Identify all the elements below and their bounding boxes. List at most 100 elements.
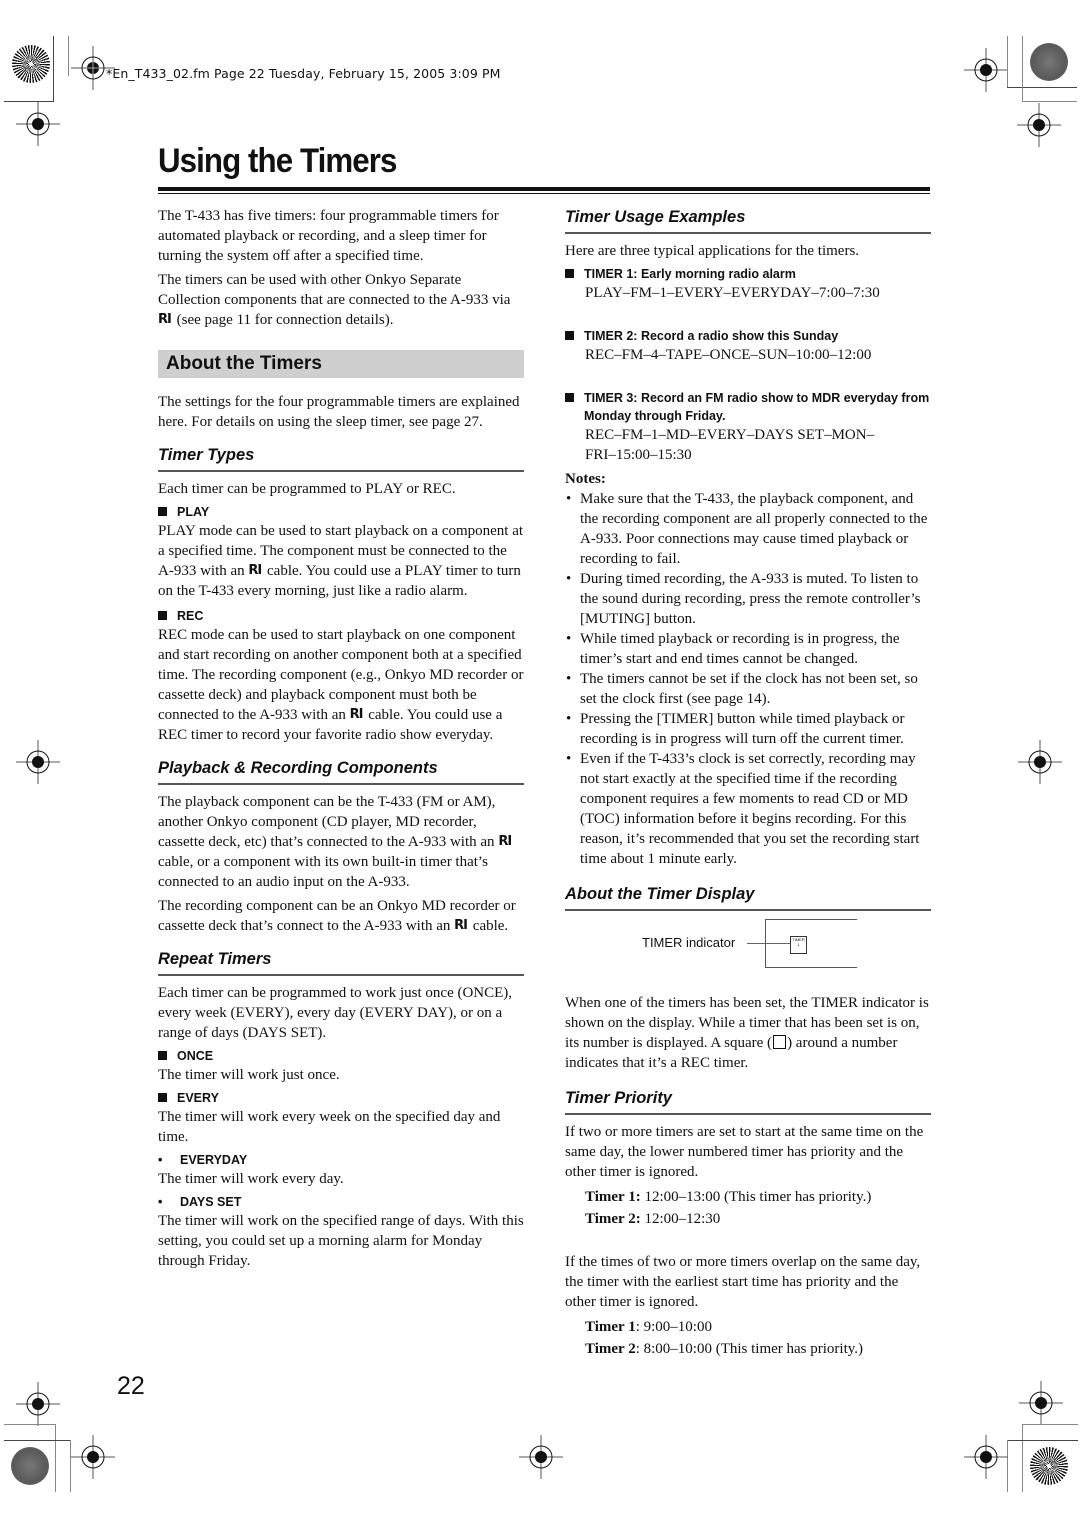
note-item: While timed playback or recording is in …	[565, 629, 931, 669]
title-rule	[158, 193, 930, 194]
square-bullet-icon	[565, 393, 574, 402]
crop-mark	[68, 36, 69, 76]
priority-example: Timer 1: 9:00–10:00	[585, 1319, 712, 1335]
components-paragraph: The recording component can be an Onkyo …	[158, 898, 516, 934]
rec-label: REC	[158, 607, 524, 625]
example-title: TIMER 1: Early morning radio alarm	[584, 267, 796, 281]
section-heading-about-timers: About the Timers	[158, 350, 524, 378]
square-bullet-icon	[565, 269, 574, 278]
ri-logo-icon: RI	[158, 312, 172, 327]
crop-mark	[4, 1440, 71, 1441]
every-label: EVERY	[158, 1089, 524, 1107]
square-bullet-icon	[565, 331, 574, 340]
page-title: Using the Timers	[158, 142, 397, 180]
timer-display-figure: TIMER indicator TIMER 1	[565, 919, 931, 999]
note-item: Pressing the [TIMER] button while timed …	[565, 709, 931, 749]
gray-rosette-icon	[11, 1447, 49, 1485]
daysset-description: The timer will work on the specified ran…	[158, 1213, 524, 1269]
timer-indicator-icon: TIMER 1	[790, 936, 807, 954]
usage-example: TIMER 2: Record a radio show this Sunday…	[565, 327, 931, 365]
subheading-components: Playback & Recording Components	[158, 757, 524, 785]
page-number: 22	[117, 1372, 145, 1400]
note-item: The timers cannot be set if the clock ha…	[565, 669, 931, 709]
ri-logo-icon: RI	[498, 834, 512, 849]
repeat-intro: Each timer can be programmed to work jus…	[158, 985, 513, 1041]
ri-logo-icon: RI	[454, 918, 468, 933]
leader-line	[747, 943, 791, 944]
priority-paragraph: If two or more timers are set to start a…	[565, 1124, 924, 1180]
components-paragraph: The playback component can be the T-433 …	[158, 794, 512, 890]
left-column: The T-433 has five timers: four programm…	[158, 206, 524, 1275]
subheading-repeat-timers: Repeat Timers	[158, 948, 524, 976]
star-rosette-icon	[1030, 1447, 1068, 1485]
square-bullet-icon	[158, 1093, 167, 1102]
about-paragraph: The settings for the four programmable t…	[158, 394, 520, 430]
registration-mark-icon	[519, 1435, 563, 1479]
every-description: The timer will work every week on the sp…	[158, 1109, 501, 1145]
ri-logo-icon: RI	[248, 563, 262, 578]
notes-title: Notes:	[565, 471, 606, 487]
play-label: PLAY	[158, 503, 524, 521]
priority-example: Timer 2: 12:00–12:30	[585, 1211, 721, 1227]
title-rule	[158, 187, 930, 191]
example-title: TIMER 2: Record a radio show this Sunday	[584, 329, 839, 343]
crop-mark	[1007, 1440, 1078, 1441]
crop-mark	[1022, 101, 1077, 102]
subheading-timer-priority: Timer Priority	[565, 1087, 931, 1115]
registration-mark-icon	[1019, 1381, 1063, 1425]
note-item: During timed recording, the A-933 is mut…	[565, 569, 931, 629]
crop-mark	[1022, 1424, 1023, 1492]
usage-example: TIMER 3: Record an FM radio show to MDR …	[565, 389, 931, 465]
timer-indicator-label: TIMER indicator	[642, 935, 736, 950]
priority-example: Timer 1: 12:00–13:00 (This timer has pri…	[585, 1189, 872, 1205]
registration-mark-icon	[16, 1382, 60, 1426]
ri-logo-icon: RI	[349, 707, 364, 722]
crop-mark	[53, 36, 54, 102]
registration-mark-icon	[1017, 103, 1061, 147]
usage-intro: Here are three typical applications for …	[565, 243, 860, 259]
registration-mark-icon	[71, 1435, 137, 1479]
bullet-icon: •	[158, 1195, 163, 1209]
priority-example: Timer 2: 8:00–10:00 (This timer has prio…	[585, 1341, 864, 1357]
bullet-icon: •	[158, 1153, 163, 1167]
crop-mark	[1022, 36, 1023, 102]
crop-mark	[1007, 87, 1077, 88]
notes-list: Make sure that the T-433, the playback c…	[565, 489, 931, 869]
crop-mark	[1022, 1424, 1078, 1425]
crop-mark	[4, 1424, 56, 1425]
example-code: REC–FM–1–MD–EVERY–DAYS SET–MON–FRI–15:00…	[585, 427, 875, 463]
registration-mark-icon	[16, 740, 60, 784]
crop-mark	[1007, 36, 1008, 88]
display-frame	[765, 967, 857, 968]
usage-example: TIMER 1: Early morning radio alarm PLAY–…	[565, 265, 931, 303]
square-bullet-icon	[158, 1051, 167, 1060]
registration-mark-icon	[16, 102, 60, 146]
subheading-timer-display: About the Timer Display	[565, 883, 931, 911]
intro-paragraph: The T-433 has five timers: four programm…	[158, 208, 499, 264]
note-item: Even if the T-433’s clock is set correct…	[565, 749, 931, 869]
priority-paragraph: If the times of two or more timers overl…	[565, 1254, 921, 1310]
crop-mark	[55, 1424, 56, 1492]
registration-mark-icon	[1018, 740, 1062, 784]
print-slug: *En_T433_02.fm Page 22 Tuesday, February…	[106, 66, 501, 81]
square-bullet-icon	[158, 507, 167, 516]
square-icon	[773, 1035, 787, 1049]
play-description: PLAY mode can be used to start playback …	[158, 523, 524, 599]
example-code: REC–FM–4–TAPE–ONCE–SUN–10:00–12:00	[585, 347, 872, 363]
display-frame	[765, 919, 766, 967]
star-rosette-icon	[12, 45, 50, 83]
display-frame	[765, 919, 857, 920]
example-code: PLAY–FM–1–EVERY–EVERYDAY–7:00–7:30	[585, 285, 880, 301]
subheading-usage-examples: Timer Usage Examples	[565, 206, 931, 234]
rec-description: REC mode can be used to start playback o…	[158, 627, 524, 743]
once-label: ONCE	[158, 1047, 524, 1065]
note-item: Make sure that the T-433, the playback c…	[565, 489, 931, 569]
everyday-label: • EVERYDAY	[158, 1153, 248, 1167]
everyday-description: The timer will work every day.	[158, 1171, 344, 1187]
example-title: TIMER 3: Record an FM radio show to MDR …	[584, 391, 930, 423]
once-description: The timer will work just once.	[158, 1067, 340, 1083]
registration-mark-icon	[964, 48, 1008, 92]
intro-paragraph: The timers can be used with other Onkyo …	[158, 272, 511, 328]
timer-display-paragraph: When one of the timers has been set, the…	[565, 995, 929, 1071]
right-column: Timer Usage Examples Here are three typi…	[565, 206, 931, 1360]
